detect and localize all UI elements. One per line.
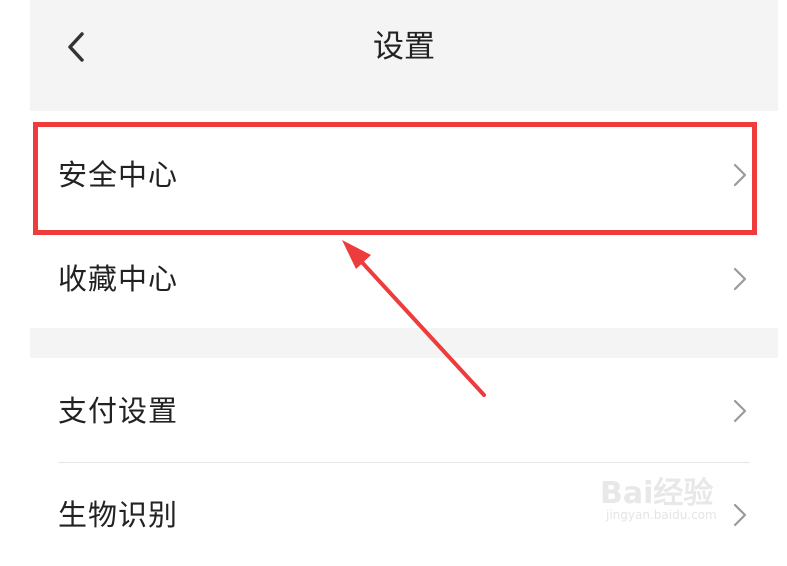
settings-item-label: 收藏中心	[58, 262, 179, 296]
nav-header: 设置	[30, 0, 778, 111]
chevron-right-icon	[733, 399, 747, 423]
chevron-right-icon	[733, 163, 747, 187]
settings-item-label: 支付设置	[58, 394, 179, 428]
settings-item-payment-settings[interactable]: 支付设置	[30, 360, 778, 462]
settings-item-biometrics[interactable]: 生物识别	[30, 464, 778, 566]
settings-item-label: 生物识别	[58, 498, 179, 532]
page-title: 设置	[373, 29, 435, 65]
settings-item-favorites-center[interactable]: 收藏中心	[30, 228, 778, 330]
chevron-right-icon	[733, 503, 747, 527]
settings-item-security-center[interactable]: 安全中心	[30, 124, 778, 226]
chevron-right-icon	[733, 267, 747, 291]
section-divider	[30, 328, 778, 358]
row-divider	[58, 462, 750, 463]
settings-item-label: 安全中心	[58, 158, 179, 192]
